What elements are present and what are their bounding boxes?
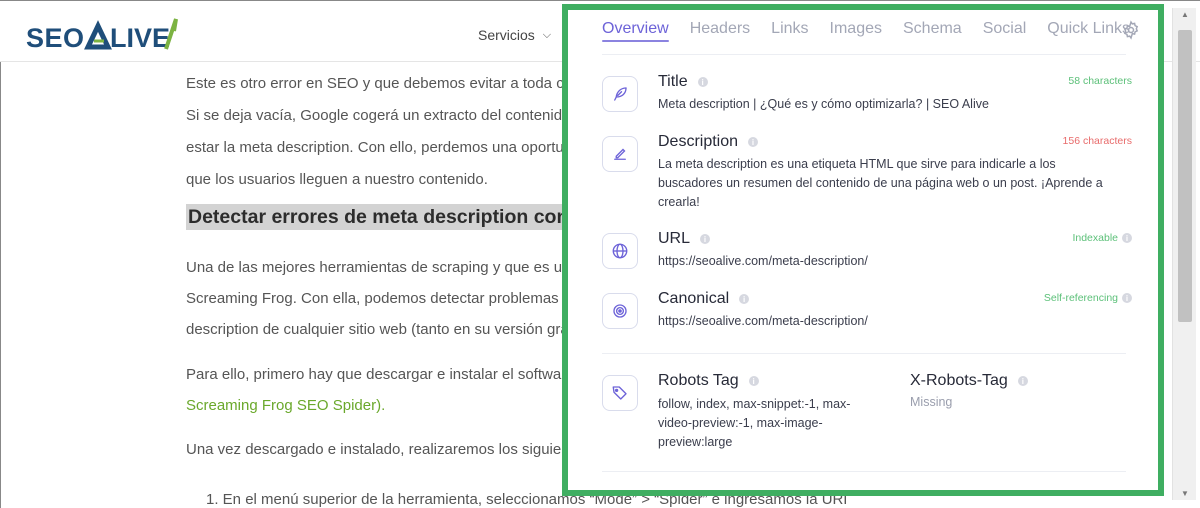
- scroll-down-arrow-icon[interactable]: ▼: [1173, 489, 1197, 498]
- globe-icon: [602, 233, 638, 269]
- article-paragraph-3: Para ello, primero hay que descargar e i…: [186, 359, 566, 421]
- section-divider: [602, 353, 1126, 354]
- gear-icon[interactable]: [1121, 20, 1141, 40]
- article-line: Si se deja vacía, Google cogerá un extra…: [186, 107, 566, 124]
- article-heading: Detectar errores de meta description con…: [186, 204, 566, 230]
- description-label: Description: [658, 133, 739, 150]
- description-line: La meta description es una etiqueta HTML…: [658, 157, 1056, 171]
- pencil-icon: [602, 136, 638, 172]
- target-icon: [602, 293, 638, 329]
- robots-label-group: Robots Tag i: [658, 372, 759, 390]
- tab-links[interactable]: Links: [771, 18, 808, 44]
- window-border-left: [0, 0, 1, 508]
- url-value[interactable]: https://seoalive.com/meta-description/: [658, 252, 868, 271]
- canonical-label-group: Canonical i: [658, 290, 750, 308]
- scrollbar-thumb[interactable]: [1178, 30, 1192, 322]
- canonical-value[interactable]: https://seoalive.com/meta-description/: [658, 312, 868, 331]
- popup-tabs: Overview Headers Links Images Schema Soc…: [602, 18, 1142, 54]
- info-icon[interactable]: i: [1122, 293, 1132, 303]
- info-icon[interactable]: i: [739, 294, 750, 304]
- article-line: Este es otro error en SEO y que debemos …: [186, 75, 566, 92]
- screaming-frog-link[interactable]: Screaming Frog SEO Spider).: [186, 390, 566, 421]
- seoalive-logo[interactable]: SEO LIVE: [26, 13, 186, 57]
- article-line: estar la meta description. Con ello, per…: [186, 139, 564, 156]
- section-divider: [602, 471, 1126, 472]
- next-section-icon: [602, 490, 638, 496]
- title-label: Title: [658, 73, 688, 90]
- robots-value: follow, index, max-snippet:-1, max- vide…: [658, 395, 868, 452]
- tab-images[interactable]: Images: [830, 18, 882, 44]
- article-line: Para ello, primero hay que descargar e i…: [186, 366, 566, 383]
- article-line: Screaming Frog. Con ella, podemos detect…: [186, 290, 566, 307]
- xrobots-value: Missing: [910, 395, 953, 409]
- canonical-label: Canonical: [658, 290, 730, 307]
- seo-extension-popup: Overview Headers Links Images Schema Soc…: [562, 4, 1164, 496]
- tabs-divider: [602, 54, 1126, 55]
- self-referencing-label: Self-referencing: [1043, 292, 1118, 304]
- article-line: description de cualquier sitio web (tant…: [186, 321, 566, 338]
- title-label-group: Title i: [658, 73, 708, 91]
- url-label-group: URL i: [658, 230, 711, 248]
- robots-line: preview:large: [658, 435, 733, 449]
- robots-line: video-preview:-1, max-image-: [658, 416, 823, 430]
- tag-icon: [602, 375, 638, 411]
- tab-schema[interactable]: Schema: [903, 18, 962, 44]
- article-line: que los usuarios lleguen a nuestro conte…: [186, 171, 488, 188]
- description-line: crearla!: [658, 195, 700, 209]
- description-char-count: 156 characters: [1062, 135, 1132, 147]
- robots-line: follow, index, max-snippet:-1, max-: [658, 397, 851, 411]
- title-value: Meta description | ¿Qué es y cómo optimi…: [658, 97, 989, 111]
- article-line: Una de las mejores herramientas de scrap…: [186, 259, 566, 276]
- xrobots-label-group: X-Robots-Tag i: [910, 372, 1028, 390]
- xrobots-label: X-Robots-Tag: [910, 372, 1008, 389]
- info-icon[interactable]: i: [748, 137, 759, 147]
- scroll-up-arrow-icon[interactable]: ▲: [1173, 10, 1197, 19]
- feather-icon: [602, 76, 638, 112]
- nav-servicios-label: Servicios: [478, 27, 535, 43]
- article-paragraph-4: Una vez descargado e instalado, realizar…: [186, 441, 566, 458]
- self-referencing-status: Self-referencing i: [1044, 292, 1132, 304]
- indexable-status: Indexable i: [1072, 232, 1132, 244]
- indexable-label: Indexable: [1072, 232, 1118, 244]
- robots-label: Robots Tag: [658, 372, 739, 389]
- tab-overview[interactable]: Overview: [602, 18, 669, 44]
- tab-quick-links[interactable]: Quick Links: [1047, 18, 1130, 44]
- url-label: URL: [658, 230, 691, 247]
- article-paragraph-2: Una de las mejores herramientas de scrap…: [186, 252, 566, 345]
- info-icon[interactable]: i: [1017, 376, 1028, 386]
- info-icon[interactable]: i: [748, 376, 759, 386]
- svg-text:LIVE: LIVE: [110, 23, 170, 53]
- description-line: buscadores un resumen del contenido de u…: [658, 176, 1103, 190]
- tab-headers[interactable]: Headers: [690, 18, 750, 44]
- chevron-down-icon: ⌵: [542, 28, 552, 41]
- svg-text:SEO: SEO: [26, 23, 85, 53]
- info-icon[interactable]: i: [700, 234, 711, 244]
- article-paragraph-1: Este es otro error en SEO y que debemos …: [186, 68, 566, 196]
- description-label-group: Description i: [658, 133, 759, 151]
- page-scrollbar[interactable]: ▲ ▼: [1172, 8, 1196, 500]
- nav-servicios[interactable]: Servicios ⌵: [478, 27, 551, 43]
- info-icon[interactable]: i: [697, 77, 708, 87]
- tab-social[interactable]: Social: [983, 18, 1027, 44]
- info-icon[interactable]: i: [1122, 233, 1132, 243]
- description-value: La meta description es una etiqueta HTML…: [658, 155, 1103, 212]
- title-char-count: 58 characters: [1068, 75, 1132, 87]
